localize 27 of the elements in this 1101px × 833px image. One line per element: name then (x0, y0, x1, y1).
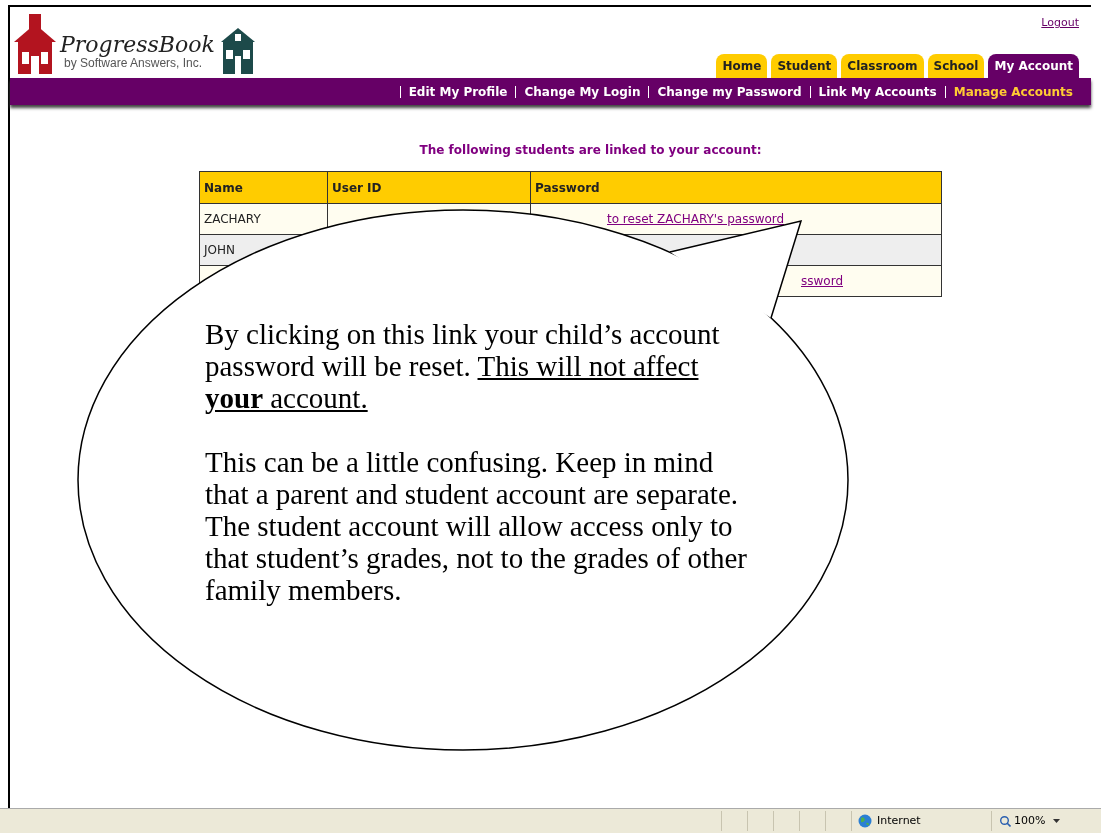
nav-tab[interactable]: Classroom (841, 54, 924, 78)
subnav-link[interactable]: Edit My Profile (408, 82, 508, 101)
column-header: User ID (327, 171, 531, 204)
nav-tab[interactable]: Home (716, 54, 768, 78)
callout-text: By clicking on this link your child’s account password will be reset. This will not affect your account. (205, 318, 721, 414)
schoolhouse-icon (12, 12, 58, 74)
nav-tab[interactable]: Student (771, 54, 838, 78)
callout-text: This can be a little confusing. Keep in mind that a parent and student account are separate. The student account will allow access only to that student’s grades, not to the grades of other family members. (205, 446, 748, 606)
logo-title: ProgressBook (60, 33, 215, 57)
logo-subtitle: by Software Answers, Inc. (64, 57, 203, 70)
table-caption: The following students are linked to your account: (419, 142, 762, 159)
subnav-link[interactable]: Manage Accounts (953, 82, 1073, 101)
zone-label: Internet (877, 812, 921, 829)
subnav-link[interactable]: Link My Accounts (818, 82, 937, 101)
column-header: Password (530, 171, 942, 204)
logout-link[interactable]: Logout (1041, 15, 1079, 32)
nav-tab[interactable]: School (927, 54, 985, 78)
caret-icon (1053, 819, 1061, 823)
subnav-link[interactable]: Change my Password (657, 82, 802, 101)
globe-icon (858, 814, 872, 828)
nav-tab[interactable]: My Account (988, 54, 1079, 78)
subnav-link[interactable]: Change My Login (524, 82, 641, 101)
reset-password-link[interactable]: to reset ZACHARY's password (607, 212, 785, 226)
zoom-icon (1000, 815, 1011, 827)
zoom-level-button[interactable]: 100% (1014, 812, 1061, 830)
column-header: Name (199, 171, 328, 204)
reset-password-link[interactable]: ssword (801, 274, 843, 288)
